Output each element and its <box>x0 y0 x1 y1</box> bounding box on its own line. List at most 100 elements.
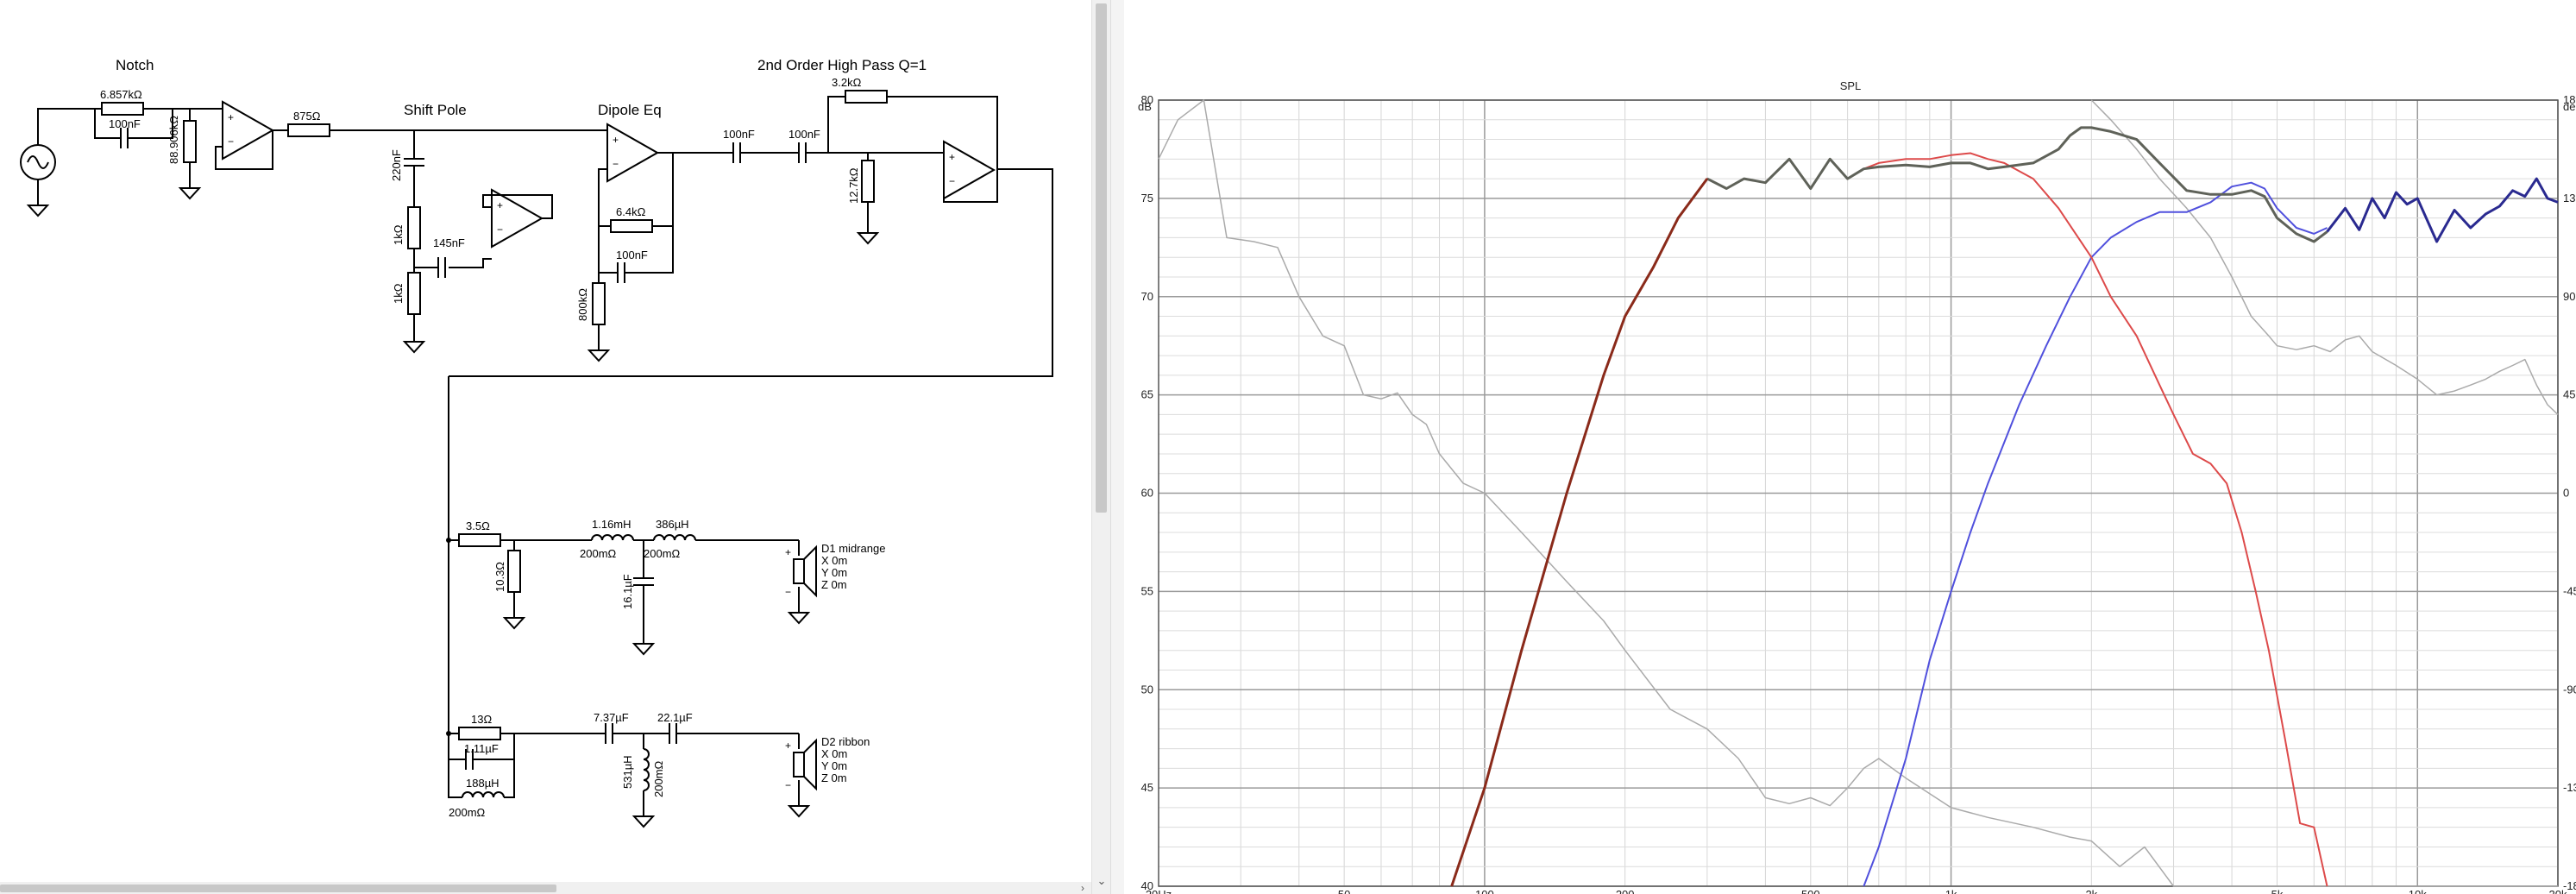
series-line-sum <box>1706 126 2328 243</box>
mid-shunt-capacitor[interactable] <box>632 577 655 586</box>
shift-capacitor[interactable] <box>403 158 425 167</box>
highpass-shunt-resistor-label: 12.7kΩ <box>847 167 860 204</box>
mid-series-resistor[interactable] <box>458 533 501 547</box>
ribbon-shunt-inductor-resistance: 200mΩ <box>652 760 665 797</box>
ribbon-series-resistor[interactable] <box>458 727 501 740</box>
app-window: +− +− Notch Shift Pole Dipole Eq 2nd Ord… <box>0 0 2576 894</box>
dipole-shunt-resistor[interactable] <box>592 282 606 325</box>
schematic-horizontal-scrollbar[interactable]: › <box>0 882 1091 894</box>
schematic-vertical-scrollbar[interactable]: ⌄ <box>1091 0 1111 894</box>
y-tick-label: 50 <box>1141 683 1153 696</box>
mid-inductor-2-label: 386µH <box>656 518 689 531</box>
spl-chart[interactable]: SPL 404550556065707580dB18013590450-45-9… <box>1124 0 2576 894</box>
series-line-ribbon <box>1863 181 2328 887</box>
mid-inductor-1-resistance: 200mΩ <box>580 547 617 560</box>
y-tick-label: 45 <box>1141 781 1153 794</box>
y2-unit-label: deg <box>2563 100 2576 113</box>
driver-d1-z: Z 0m <box>821 578 847 591</box>
ground-icon <box>404 332 424 353</box>
speaker-icon[interactable] <box>784 545 817 599</box>
dipole-capacitor-label: 100nF <box>616 249 648 261</box>
shift-resistor-2[interactable] <box>407 272 421 315</box>
x-tick-label: 50 <box>1338 888 1350 894</box>
notch-opamp[interactable] <box>222 101 273 160</box>
section-notch-title: Notch <box>116 57 154 73</box>
x-tick-label: 200 <box>1616 888 1635 894</box>
ground-icon <box>588 341 609 362</box>
notch-resistor-label: 6.857kΩ <box>100 88 142 101</box>
ribbon-parallel-inductor[interactable] <box>462 791 505 798</box>
driver-d1-x: X 0m <box>821 554 847 567</box>
ground-icon <box>633 634 654 655</box>
highpass-shunt-resistor[interactable] <box>861 160 875 203</box>
speaker-icon[interactable] <box>784 739 817 792</box>
x-tick-label: 100 <box>1475 888 1494 894</box>
y2-tick-label: -45 <box>2563 584 2576 597</box>
x-tick-label: 2k <box>2085 888 2097 894</box>
resistor-875-label: 875Ω <box>293 110 321 123</box>
ground-icon <box>633 807 654 828</box>
y-tick-label: 65 <box>1141 388 1153 401</box>
mid-shunt-resistor[interactable] <box>507 550 521 593</box>
dipole-opamp[interactable] <box>606 123 658 182</box>
horizontal-scroll-thumb[interactable] <box>0 885 556 892</box>
spl-graph-panel: SPL 404550556065707580dB18013590450-45-9… <box>1124 0 2576 894</box>
dipole-resistor[interactable] <box>610 219 653 233</box>
y-unit-label: dB <box>1138 100 1152 113</box>
y2-tick-label: -135 <box>2563 781 2576 794</box>
notch-resistor[interactable] <box>101 102 144 116</box>
dipole-shunt-resistor-label: 800kΩ <box>576 288 589 321</box>
shift-capacitor-2-label: 145nF <box>433 236 465 249</box>
driver-d2-x: X 0m <box>821 747 847 760</box>
notch-capacitor[interactable] <box>120 127 129 149</box>
mid-inductor-2-resistance: 200mΩ <box>644 547 681 560</box>
resistor-875[interactable] <box>287 123 330 137</box>
y-tick-label: 60 <box>1141 487 1153 500</box>
dipole-resistor-label: 6.4kΩ <box>616 205 646 218</box>
notch-shunt-resistor[interactable] <box>183 120 197 163</box>
y2-tick-label: -90 <box>2563 683 2576 696</box>
ribbon-capacitor-2[interactable] <box>669 722 677 745</box>
ground-icon <box>179 179 200 199</box>
x-tick-label: 20Hz <box>1146 888 1172 894</box>
ribbon-capacitor-2-label: 22.1µF <box>657 711 693 724</box>
y-tick-label: 70 <box>1141 290 1153 303</box>
ribbon-parallel-capacitor-label: 1.11µF <box>464 742 499 755</box>
series-line-sum_hf <box>2326 177 2559 243</box>
mid-inductor-2[interactable] <box>653 534 696 541</box>
shift-resistor-1[interactable] <box>407 206 421 249</box>
mid-shunt-resistor-label: 10.3Ω <box>493 562 506 592</box>
y2-tick-label: 90 <box>2563 290 2575 303</box>
schematic-canvas[interactable]: +− +− Notch Shift Pole Dipole Eq 2nd Ord… <box>0 0 1091 882</box>
shift-capacitor-2[interactable] <box>437 256 446 279</box>
highpass-capacitor-1[interactable] <box>732 142 741 164</box>
x-tick-label: 20k <box>2549 888 2567 894</box>
chart-title: SPL <box>1840 79 1862 92</box>
scroll-right-icon[interactable]: › <box>1077 882 1089 894</box>
ribbon-parallel-inductor-resistance: 200mΩ <box>449 806 486 819</box>
ground-icon <box>789 603 809 624</box>
vertical-scroll-thumb[interactable] <box>1096 3 1107 513</box>
ground-icon <box>858 224 878 244</box>
shift-opamp[interactable] <box>491 189 543 248</box>
highpass-capacitor-2[interactable] <box>798 142 807 164</box>
ribbon-shunt-inductor-label: 531µH <box>621 755 634 789</box>
highpass-capacitor-1-label: 100nF <box>723 128 755 141</box>
y-tick-label: 55 <box>1141 584 1153 597</box>
ribbon-shunt-inductor[interactable] <box>643 748 650 791</box>
mid-inductor-1[interactable] <box>591 534 634 541</box>
notch-shunt-resistor-label: 88.906kΩ <box>167 116 180 164</box>
highpass-opamp[interactable] <box>943 141 995 199</box>
ribbon-capacitor-1[interactable] <box>605 722 613 745</box>
highpass-capacitor-2-label: 100nF <box>789 128 820 141</box>
scroll-down-icon[interactable]: ⌄ <box>1096 873 1108 889</box>
signal-source-icon[interactable] <box>20 144 56 180</box>
notch-capacitor-label: 100nF <box>109 117 141 130</box>
y2-tick-label: 135 <box>2563 192 2576 205</box>
section-dipole-eq-title: Dipole Eq <box>598 102 662 118</box>
dipole-capacitor[interactable] <box>617 261 625 284</box>
section-shift-pole-title: Shift Pole <box>404 102 467 118</box>
ribbon-series-resistor-label: 13Ω <box>471 713 492 726</box>
highpass-feedback-resistor[interactable] <box>845 90 888 104</box>
shift-capacitor-label: 220nF <box>390 149 403 181</box>
